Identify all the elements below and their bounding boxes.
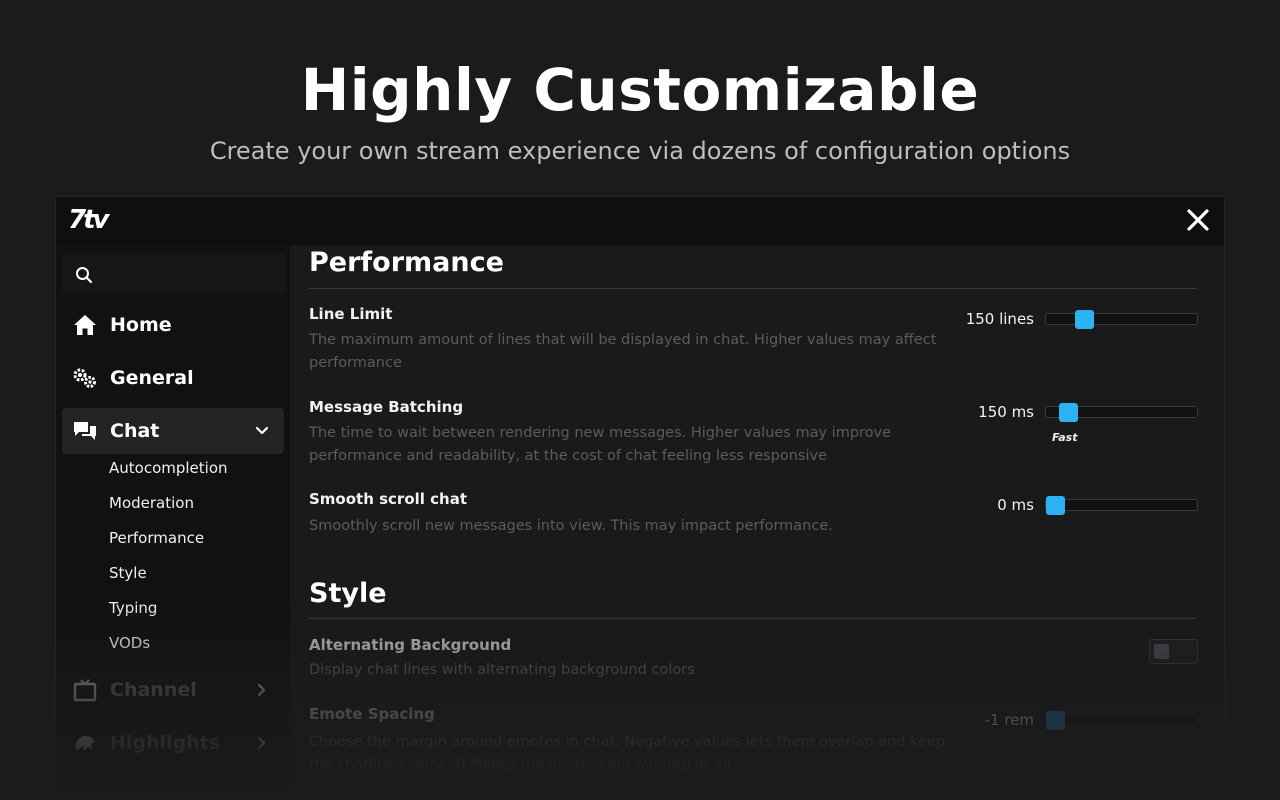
chat-icon xyxy=(72,418,98,444)
sidebar-item-home[interactable]: Home xyxy=(62,302,284,348)
sidebar-subitem-vods[interactable]: VODs xyxy=(109,634,150,652)
logo: 7tv xyxy=(68,205,110,235)
highlight-icon xyxy=(72,730,98,756)
sidebar-item-label: Highlights xyxy=(110,732,221,754)
line-limit-slider[interactable] xyxy=(1045,310,1198,329)
search-button[interactable] xyxy=(62,253,286,295)
toggle-knob xyxy=(1154,644,1169,659)
sidebar-subitem-typing[interactable]: Typing xyxy=(109,599,157,617)
slider-thumb[interactable] xyxy=(1046,496,1065,515)
sidebar-item-label: Home xyxy=(110,314,172,336)
sidebar-subitem-moderation[interactable]: Moderation xyxy=(109,494,194,512)
close-icon xyxy=(1187,209,1209,231)
smooth-scroll-slider[interactable] xyxy=(1045,496,1198,515)
sidebar-item-label: Chat xyxy=(110,420,160,442)
option-value-emote-spacing: -1 rem xyxy=(984,711,1034,729)
sidebar-subitem-autocompletion[interactable]: Autocompletion xyxy=(109,459,228,477)
chevron-down-icon xyxy=(255,426,269,435)
option-value-smooth-scroll: 0 ms xyxy=(997,496,1034,514)
sidebar-item-general[interactable]: General xyxy=(62,355,284,401)
option-name-alternating-background: Alternating Background xyxy=(309,636,512,654)
option-desc-emote-spacing: Choose the margin around emotes in chat.… xyxy=(309,734,946,773)
slider-thumb[interactable] xyxy=(1075,310,1095,329)
tv-icon xyxy=(72,677,98,703)
section-title-style: Style xyxy=(309,578,387,609)
home-icon xyxy=(72,312,98,338)
option-desc-smooth-scroll: Smoothly scroll new messages into view. … xyxy=(309,518,833,534)
option-name-line-limit: Line Limit xyxy=(309,305,393,323)
sidebar-item-chat[interactable]: Chat xyxy=(62,408,284,454)
titlebar: 7tv xyxy=(56,197,1224,245)
hero-subtitle: Create your own stream experience via do… xyxy=(209,137,1071,165)
option-desc-line-limit: The maximum amount of lines that will be… xyxy=(309,332,937,371)
search-icon xyxy=(76,267,93,284)
section-divider xyxy=(309,288,1197,289)
message-batching-slider[interactable] xyxy=(1045,403,1198,422)
gears-icon xyxy=(72,365,98,391)
option-value-message-batching: 150 ms xyxy=(978,403,1034,421)
chevron-right-icon xyxy=(257,683,266,697)
sidebar-subitem-style[interactable]: Style xyxy=(109,564,147,582)
option-name-emote-spacing: Emote Spacing xyxy=(309,705,435,723)
section-title-performance: Performance xyxy=(309,247,504,278)
slider-thumb[interactable] xyxy=(1046,711,1065,730)
emote-spacing-slider[interactable] xyxy=(1045,711,1198,730)
sidebar-item-channel[interactable]: Channel xyxy=(62,667,284,713)
option-desc-message-batching: The time to wait between rendering new m… xyxy=(309,425,892,464)
hero-title: Highly Customizable xyxy=(300,56,980,124)
option-desc-alternating-background: Display chat lines with alternating back… xyxy=(309,662,695,678)
option-name-smooth-scroll: Smooth scroll chat xyxy=(309,490,468,508)
option-value-line-limit: 150 lines xyxy=(965,310,1034,328)
chevron-right-icon xyxy=(257,736,266,750)
close-button[interactable] xyxy=(1182,204,1214,236)
slider-hint-label: Fast xyxy=(1052,431,1078,444)
slider-thumb[interactable] xyxy=(1059,403,1079,422)
settings-window: 7tv Home General Chat Autocompletion Mod… xyxy=(55,196,1225,800)
sidebar-subitem-performance[interactable]: Performance xyxy=(109,529,204,547)
sidebar-item-label: Channel xyxy=(110,679,197,701)
alternating-background-toggle[interactable] xyxy=(1149,639,1198,664)
section-divider xyxy=(309,618,1197,619)
sidebar-item-label: General xyxy=(110,367,194,389)
sidebar-item-highlights[interactable]: Highlights xyxy=(62,720,284,766)
option-name-message-batching: Message Batching xyxy=(309,398,464,416)
sidebar: Home General Chat Autocompletion Moderat… xyxy=(56,245,290,799)
settings-content: Performance Line Limit The maximum amoun… xyxy=(290,245,1224,799)
